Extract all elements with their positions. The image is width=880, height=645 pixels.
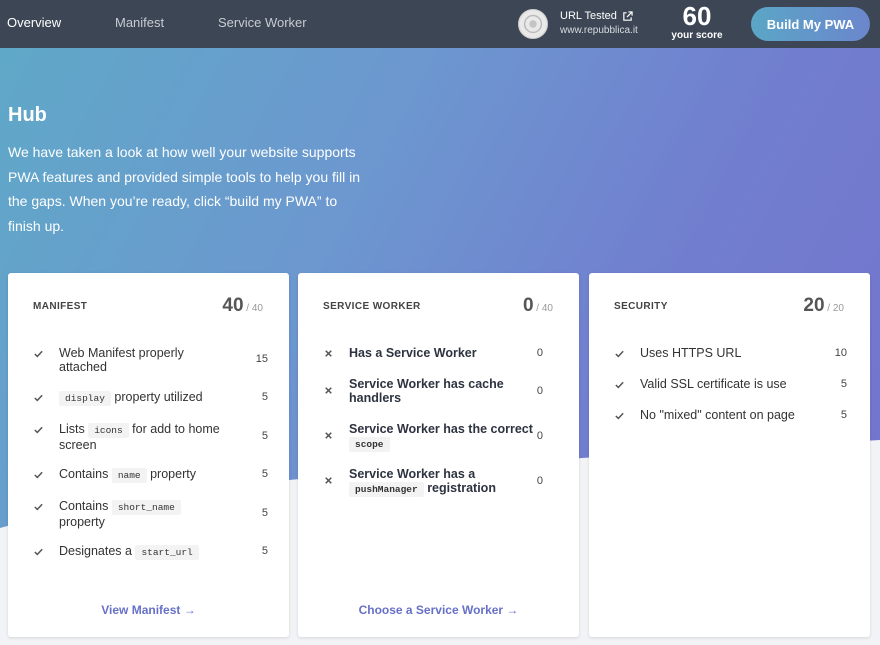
check-icon xyxy=(615,412,624,420)
score-earned: 20 xyxy=(803,295,825,316)
item-label: property xyxy=(59,515,105,529)
site-favicon xyxy=(518,9,548,39)
card-title: SECURITY xyxy=(614,301,668,312)
item-text: display property utilized xyxy=(59,390,229,406)
item-label: Has a Service Worker xyxy=(349,346,477,360)
item-points: 5 xyxy=(261,430,268,442)
item-text: Web Manifest properly attached xyxy=(59,346,229,374)
cross-icon xyxy=(325,432,332,439)
tab-manifest[interactable]: Manifest xyxy=(115,15,164,30)
item-text: Designates a start_url xyxy=(59,544,229,560)
item-text: Contains name property xyxy=(59,467,229,483)
url-tested-text: URL Tested xyxy=(560,10,617,22)
item-label: registration xyxy=(423,481,496,495)
site-logo-icon xyxy=(519,10,547,38)
item-label: Lists xyxy=(59,422,89,436)
item-label: Uses HTTPS URL xyxy=(640,346,742,360)
code-label: scope xyxy=(349,437,390,452)
item-text: Service Worker has a pushManager registr… xyxy=(349,467,549,497)
item-text: Valid SSL certificate is use xyxy=(640,377,830,391)
item-text: Contains short_name property xyxy=(59,499,229,529)
item-points: 0 xyxy=(536,430,543,442)
tab-service-worker[interactable]: Service Worker xyxy=(218,15,307,30)
check-icon xyxy=(615,381,624,389)
check-icon xyxy=(34,350,43,358)
check-icon xyxy=(615,350,624,358)
view-manifest-link[interactable]: View Manifest → xyxy=(8,603,289,617)
check-icon xyxy=(34,503,43,511)
item-label: No "mixed" content on page xyxy=(640,408,795,422)
item-text: No "mixed" content on page xyxy=(640,408,830,422)
code-label: icons xyxy=(88,423,129,438)
score-max: / 40 xyxy=(533,303,553,314)
item-points: 5 xyxy=(261,468,268,480)
item-points: 0 xyxy=(536,347,543,359)
item-text: Service Worker has cache handlers xyxy=(349,377,519,405)
code-label: name xyxy=(111,468,147,483)
score-value: 60 xyxy=(682,1,712,31)
item-text: Service Worker has the correct scope xyxy=(349,422,549,452)
item-label: Designates a xyxy=(59,544,136,558)
item-points: 5 xyxy=(840,378,847,390)
item-points: 5 xyxy=(261,391,268,403)
check-icon xyxy=(34,471,43,479)
item-points: 0 xyxy=(536,385,543,397)
check-icon xyxy=(34,394,43,402)
item-points: 0 xyxy=(536,475,543,487)
item-points: 5 xyxy=(261,545,268,557)
score-earned: 40 xyxy=(222,295,244,316)
item-label: property xyxy=(146,467,196,481)
check-icon xyxy=(34,426,43,434)
external-link-icon[interactable] xyxy=(622,10,633,22)
card-score: 20 / 20 xyxy=(803,295,844,317)
code-label: short_name xyxy=(111,500,181,515)
item-points: 5 xyxy=(840,409,847,421)
item-label: Contains xyxy=(59,467,112,481)
score-max: / 20 xyxy=(824,303,844,314)
score-max: / 40 xyxy=(243,303,263,314)
item-text: Has a Service Worker xyxy=(349,346,519,360)
item-label: property utilized xyxy=(110,390,203,404)
card-title: MANIFEST xyxy=(33,301,88,312)
item-label: Service Worker has cache handlers xyxy=(349,377,504,405)
code-label: pushManager xyxy=(349,482,424,497)
page-title: Hub xyxy=(8,104,47,126)
item-label: Web Manifest properly attached xyxy=(59,346,184,374)
score-earned: 0 xyxy=(522,295,534,316)
code-label: start_url xyxy=(135,545,199,560)
page-description: We have taken a look at how well your we… xyxy=(8,144,361,234)
item-text: Lists icons for add to home screen xyxy=(59,422,229,452)
tab-overview[interactable]: Overview xyxy=(7,15,61,30)
card-score: 40 / 40 xyxy=(222,295,263,317)
item-points: 10 xyxy=(834,347,847,359)
item-points: 5 xyxy=(261,507,268,519)
score-label: your score xyxy=(671,30,723,41)
service-worker-card: SERVICE WORKER 0 / 40 Has a Service Work… xyxy=(298,273,579,637)
security-card: SECURITY 20 / 20 Uses HTTPS URL 10 Valid… xyxy=(589,273,870,637)
item-label: Valid SSL certificate is use xyxy=(640,377,787,391)
choose-service-worker-link[interactable]: Choose a Service Worker → xyxy=(298,603,579,617)
item-label: Service Worker has a xyxy=(349,467,476,481)
cross-icon xyxy=(325,477,332,484)
card-score: 0 / 40 xyxy=(523,295,553,317)
check-icon xyxy=(34,548,43,556)
top-navigation-bar: Overview Manifest Service Worker URL Tes… xyxy=(0,0,880,48)
build-my-pwa-button[interactable]: Build My PWA xyxy=(751,7,870,41)
manifest-card: MANIFEST 40 / 40 Web Manifest properly a… xyxy=(8,273,289,637)
url-tested-label: URL Tested xyxy=(560,10,633,22)
code-label: display xyxy=(59,391,111,406)
item-label: Service Worker has the correct xyxy=(349,422,533,436)
cross-icon xyxy=(325,387,332,394)
item-text: Uses HTTPS URL xyxy=(640,346,810,360)
item-points: 15 xyxy=(255,353,268,365)
card-title: SERVICE WORKER xyxy=(323,301,421,312)
item-label: Contains xyxy=(59,499,112,513)
cross-icon xyxy=(325,350,332,357)
url-value: www.repubblica.it xyxy=(560,25,638,36)
